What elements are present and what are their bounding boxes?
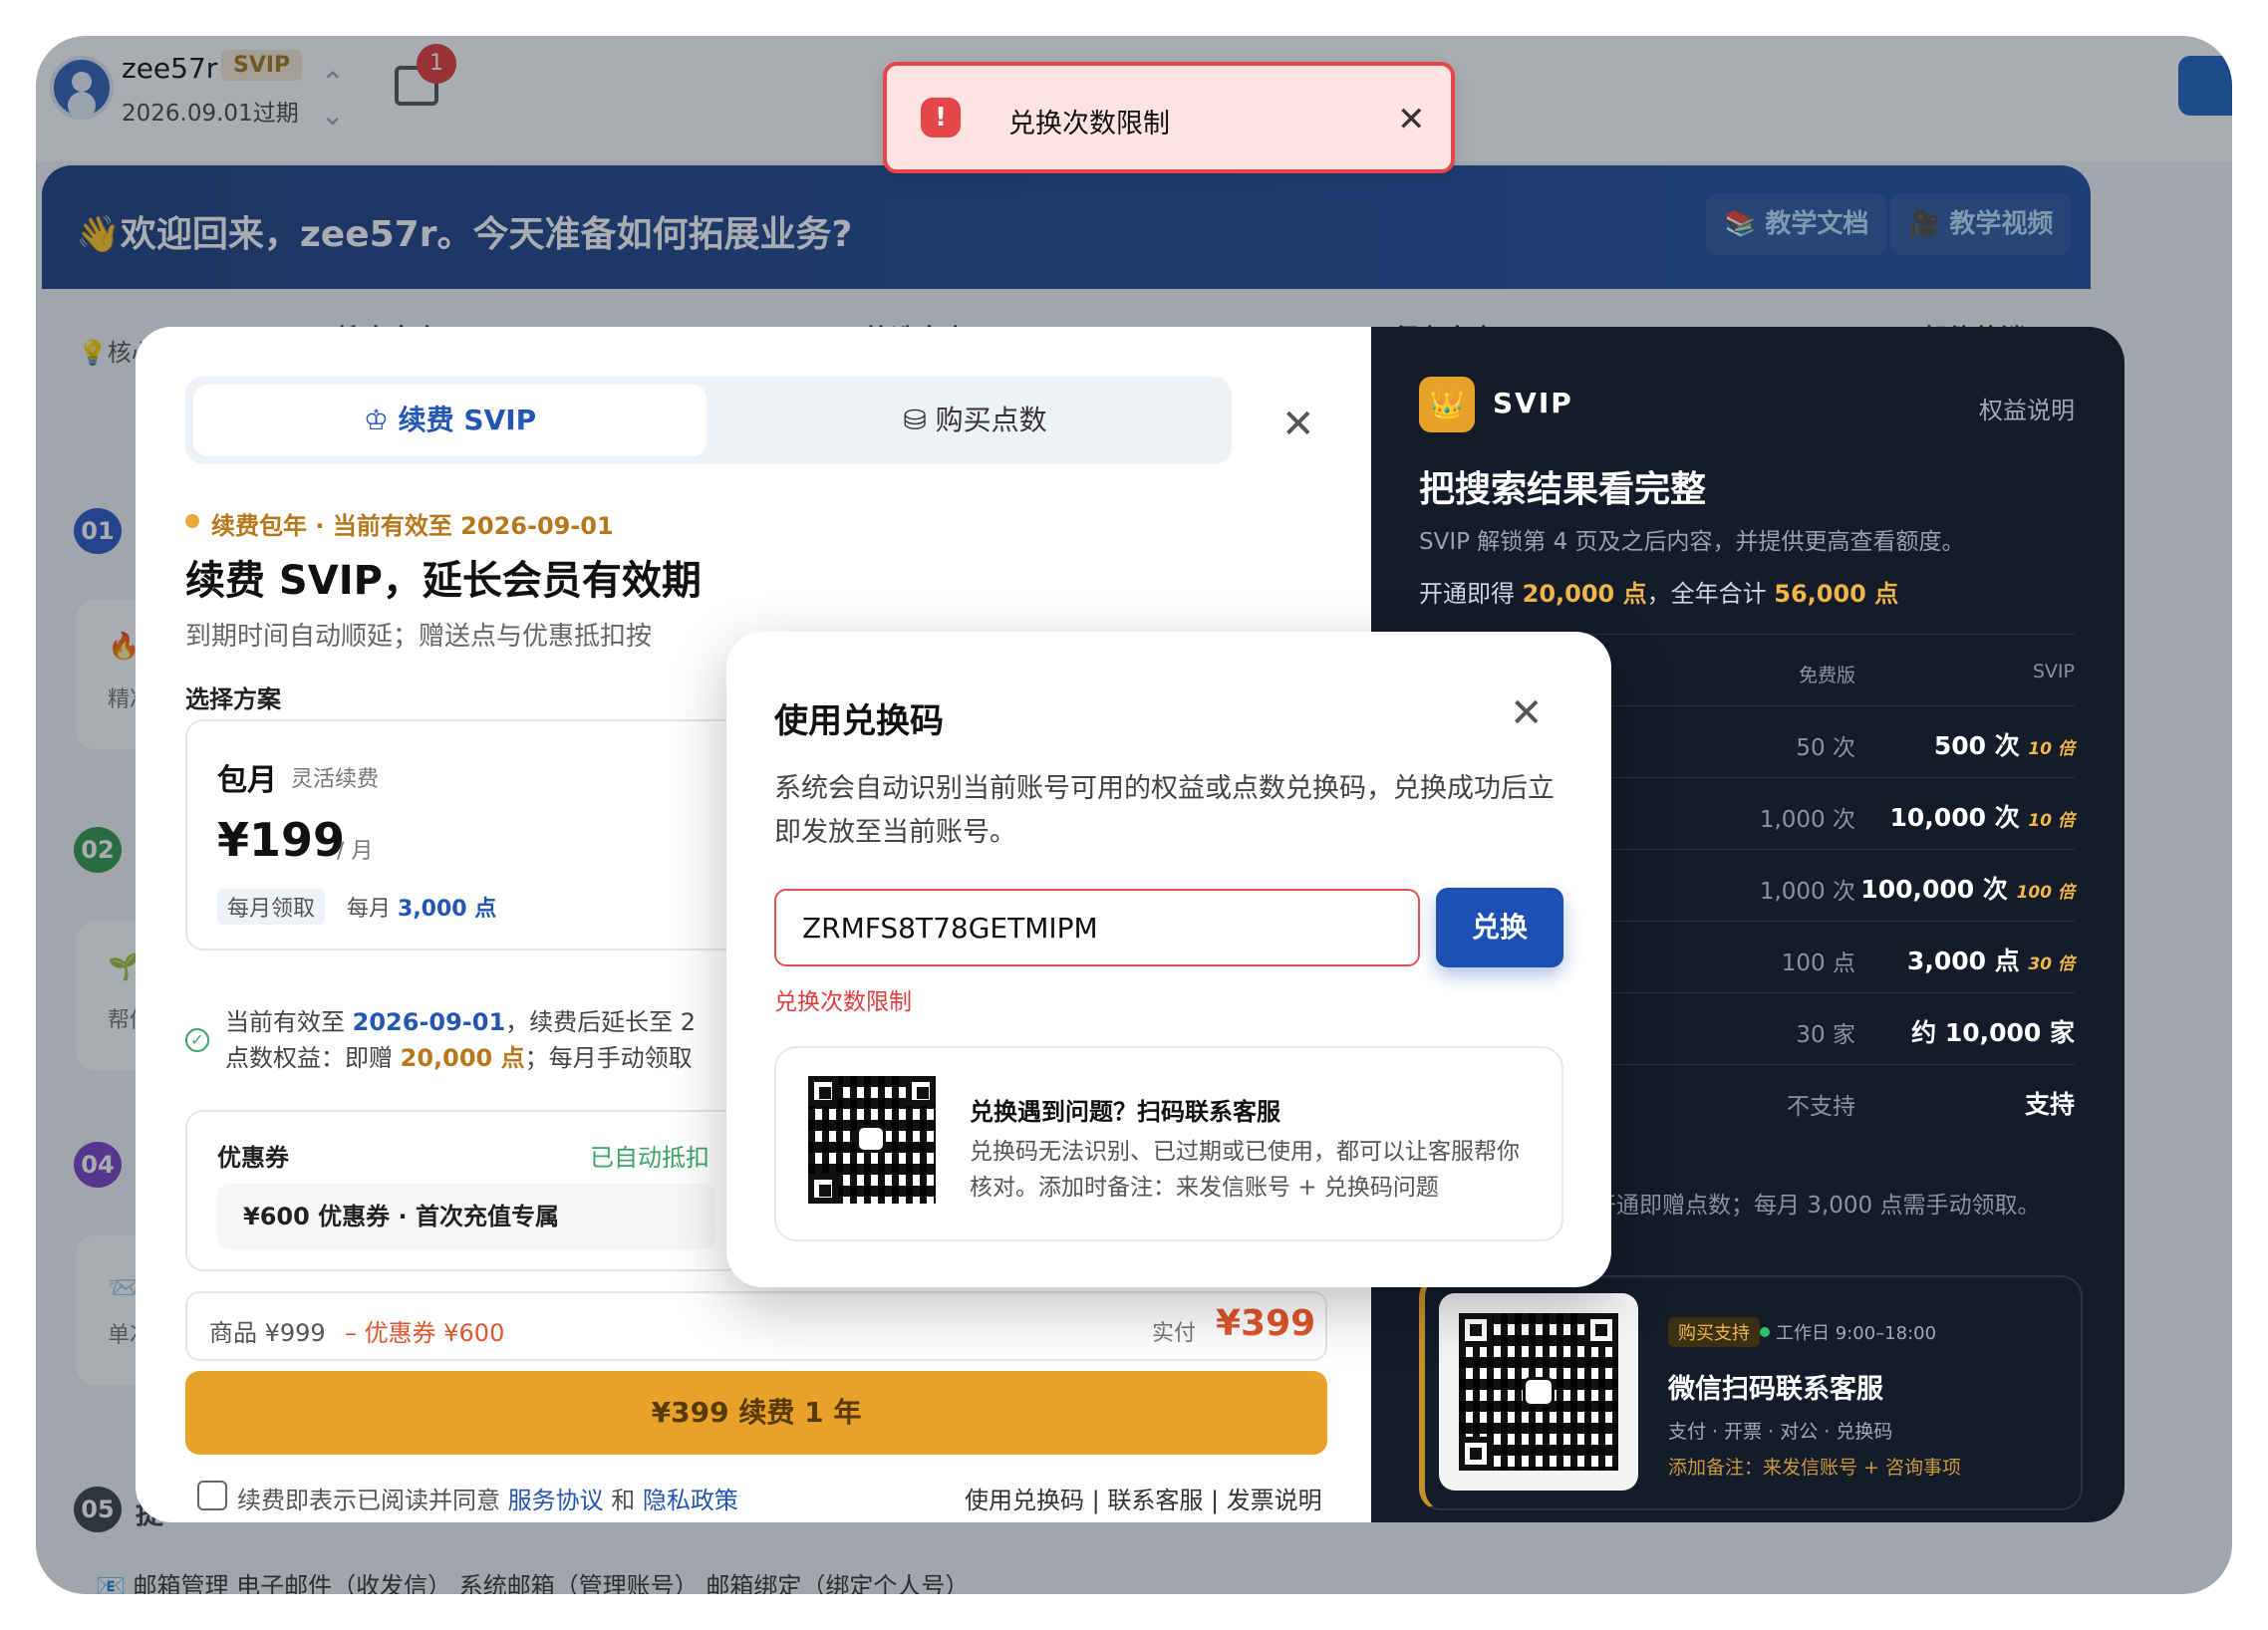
plan-chip: 每月领取 <box>217 889 326 925</box>
panel-subtitle: SVIP 解锁第 4 页及之后内容，并提供更高查看额度。 <box>1419 529 1965 555</box>
online-dot <box>1760 1327 1770 1337</box>
free-value: 100 点 <box>1781 951 1855 976</box>
dialog-title: 使用兑换码 <box>774 701 944 741</box>
svip-value: 约 10,000 家 <box>1911 1018 2075 1047</box>
gift-info: 开通即得 20,000 点，全年合计 56,000 点 <box>1419 580 1899 608</box>
support-hours: 工作日 9:00–18:00 <box>1776 1323 1937 1344</box>
renew-subtitle: 到期时间自动顺延；赠送点与优惠抵扣按 <box>185 622 653 652</box>
redeem-button[interactable]: 兑换 <box>1436 888 1563 967</box>
plan-tag: 灵活续费 <box>291 767 380 792</box>
coupon-auto-label: 已自动抵扣 <box>590 1144 709 1172</box>
coupon-select[interactable]: ¥600 优惠券 · 首次充值专属 <box>217 1184 715 1249</box>
svip-value: 500 次 10 倍 <box>1933 731 2075 760</box>
plan-unit: / 月 <box>337 839 374 864</box>
choose-plan-label: 选择方案 <box>185 685 281 713</box>
support-card: 购买支持 工作日 9:00–18:00 微信扫码联系客服 支付 · 开票 · 对… <box>1419 1275 2083 1510</box>
paid-label: 实付 <box>1152 1321 1197 1346</box>
free-value: 1,000 次 <box>1759 879 1855 905</box>
coupon-title: 优惠券 <box>217 1144 289 1172</box>
renew-title: 续费 SVIP，延长会员有效期 <box>185 558 702 604</box>
wechat-qr-code <box>808 1076 936 1204</box>
coupon-box: 优惠券 已自动抵扣 ¥600 优惠券 · 首次充值专属 <box>185 1110 743 1271</box>
wechat-qr-code <box>1439 1293 1638 1491</box>
free-value: 50 次 <box>1796 735 1855 761</box>
svip-value: 10,000 次 10 倍 <box>1889 803 2075 832</box>
paid-amount: ¥399 <box>1216 1303 1316 1344</box>
tab-renew-svip[interactable]: ♔ 续费 SVIP <box>193 385 707 456</box>
free-value: 不支持 <box>1787 1094 1855 1120</box>
free-value: 30 家 <box>1796 1022 1855 1048</box>
help-card: 兑换遇到问题？扫码联系客服 兑换码无法识别、已过期或已使用，都可以让客服帮你核对… <box>774 1046 1563 1241</box>
close-icon[interactable]: ✕ <box>1510 693 1544 733</box>
dialog-description: 系统会自动识别当前账号可用的权益或点数兑换码，兑换成功后立即发放至当前账号。 <box>774 773 1555 848</box>
discount: – 优惠券 ¥600 <box>345 1319 505 1347</box>
close-icon[interactable]: ✕ <box>1281 405 1315 444</box>
support-tag: 购买支持 <box>1668 1317 1760 1347</box>
agreement-text: 续费即表示已阅读并同意 服务协议 和 隐私政策 <box>237 1487 738 1514</box>
service-link[interactable]: 服务协议 <box>508 1487 604 1514</box>
svip-value: 100,000 次 100 倍 <box>1860 875 2075 904</box>
support-title: 微信扫码联系客服 <box>1668 1374 1883 1405</box>
rights-link[interactable]: 权益说明 <box>1979 391 2075 425</box>
help-title: 兑换遇到问题？扫码联系客服 <box>970 1098 1280 1126</box>
plan-points: 每月 3,000 点 <box>347 897 497 922</box>
redeem-code-input[interactable] <box>774 889 1420 966</box>
support-services: 支付 · 开票 · 对公 · 兑换码 <box>1668 1421 1893 1443</box>
svip-name: SVIP <box>1493 387 1573 419</box>
agree-checkbox[interactable] <box>197 1481 227 1510</box>
privacy-link[interactable]: 隐私政策 <box>643 1487 738 1514</box>
panel-note: 含开通即赠点数；每月 3,000 点需手动领取。 <box>1570 1193 2041 1219</box>
col-svip: SVIP <box>2032 661 2075 682</box>
error-icon: ! <box>921 98 961 137</box>
redeem-code-dialog: 使用兑换码 ✕ 系统会自动识别当前账号可用的权益或点数兑换码，兑换成功后立即发放… <box>726 632 1611 1287</box>
help-text: 兑换码无法识别、已过期或已使用，都可以让客服帮你核对。添加时备注：来发信账号 +… <box>970 1139 1520 1201</box>
plan-price: ¥199 <box>217 813 346 867</box>
validity-info: 当前有效至 2026-09-01，续费后延长至 2 点数权益：即赠 20,000… <box>225 1008 697 1072</box>
plan-monthly[interactable]: 包月 灵活续费 ¥199 / 月 每月领取 每月 3,000 点 <box>185 719 743 951</box>
svip-value: 3,000 点 30 倍 <box>1906 947 2075 975</box>
toast-message: 兑换次数限制 <box>1008 109 1170 139</box>
renew-hint: 续费包年 · 当前有效至 2026-09-01 <box>211 512 614 540</box>
error-message: 兑换次数限制 <box>774 989 912 1015</box>
check-icon: ✓ <box>185 1028 209 1052</box>
pay-button[interactable]: ¥399 续费 1 年 <box>185 1371 1327 1455</box>
tab-bar: ♔ 续费 SVIP ⛁ 购买点数 <box>185 377 1232 464</box>
error-toast: ! 兑换次数限制 ✕ <box>883 62 1455 173</box>
price-summary: 商品 ¥999 – 优惠券 ¥600 实付 ¥399 <box>185 1291 1327 1361</box>
crown-icon: 👑 <box>1419 377 1475 432</box>
hint-dot <box>185 514 199 528</box>
tab-buy-points[interactable]: ⛁ 购买点数 <box>723 385 1227 456</box>
col-free: 免费版 <box>1798 665 1855 686</box>
close-icon[interactable]: ✕ <box>1397 100 1426 139</box>
goods-price: 商品 ¥999 <box>209 1319 326 1347</box>
support-note: 添加备注：来发信账号 + 咨询事项 <box>1668 1457 1961 1479</box>
panel-title: 把搜索结果看完整 <box>1419 469 1707 510</box>
plan-name: 包月 <box>217 763 277 798</box>
footer-links[interactable]: 使用兑换码 | 联系客服 | 发票说明 <box>965 1481 1322 1515</box>
svip-value: 支持 <box>2024 1090 2075 1119</box>
free-value: 1,000 次 <box>1759 807 1855 833</box>
